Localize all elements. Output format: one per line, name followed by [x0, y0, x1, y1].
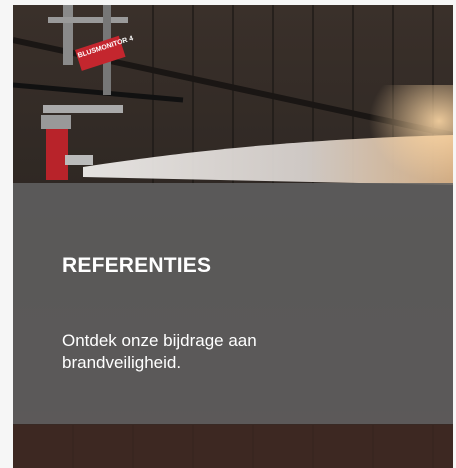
card-link[interactable] [13, 5, 453, 468]
referenties-card[interactable]: BLUSMONITOR 4 REFERENTIES Ontdek onze bi… [13, 5, 453, 468]
